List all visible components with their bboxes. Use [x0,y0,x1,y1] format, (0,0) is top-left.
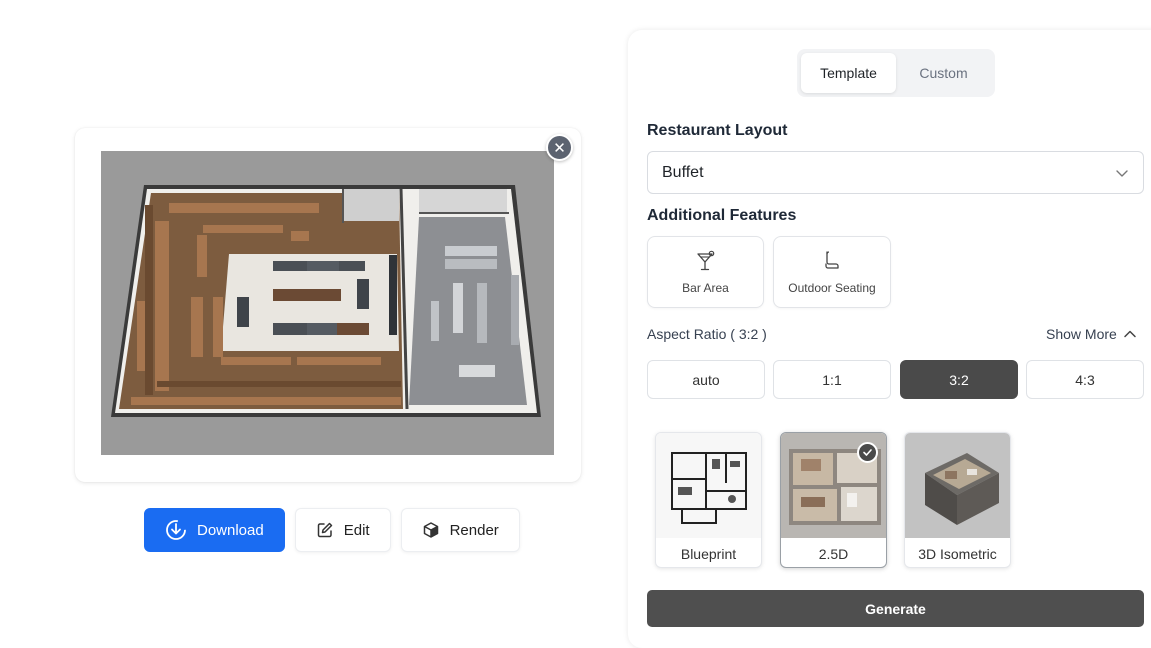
mode-tabs: Template Custom [797,49,995,97]
2-5d-thumbnail [781,433,886,538]
download-icon [166,520,186,540]
edit-label: Edit [343,521,370,539]
aspect-ratio-label: Aspect Ratio ( 3:2 ) [647,326,767,342]
show-more-toggle[interactable]: Show More [1046,326,1137,342]
generate-button[interactable]: Generate [647,590,1144,627]
render-button[interactable]: Render [400,508,520,552]
download-label: Download [197,521,264,539]
style-blueprint[interactable]: Blueprint [655,432,762,568]
feature-bar-area[interactable]: Bar Area [647,236,764,308]
close-preview-button[interactable]: ✕ [546,134,573,161]
ratio-1-1[interactable]: 1:1 [773,360,891,399]
chair-icon [825,250,839,269]
style-blueprint-label: Blueprint [680,545,737,562]
style-3d-isometric[interactable]: 3D Isometric [904,432,1011,568]
ratio-4-3[interactable]: 4:3 [1026,360,1144,399]
tab-template[interactable]: Template [801,53,896,93]
feature-bar-area-label: Bar Area [682,280,729,295]
additional-features-title: Additional Features [647,207,797,224]
action-buttons: Download Edit Render [144,508,520,552]
close-icon: ✕ [553,139,566,157]
chevron-up-icon [1124,330,1136,338]
floor-plan-render [101,151,554,455]
show-more-label: Show More [1046,326,1117,342]
feature-outdoor-seating-label: Outdoor Seating [788,280,876,295]
edit-button[interactable]: Edit [294,508,391,552]
restaurant-layout-value: Buffet [662,163,704,181]
style-3d-isometric-label: 3D Isometric [918,545,997,562]
tab-custom[interactable]: Custom [896,53,991,93]
chevron-down-icon [1116,169,1128,177]
restaurant-layout-select[interactable]: Buffet [647,151,1144,194]
ratio-auto[interactable]: auto [647,360,765,399]
render-label: Render [449,521,499,539]
ratio-3-2[interactable]: 3:2 [900,360,1018,399]
style-2-5d-label: 2.5D [818,545,849,562]
feature-outdoor-seating[interactable]: Outdoor Seating [773,236,891,308]
floor-plan-image [101,151,554,455]
cube-icon [423,522,438,538]
style-2-5d[interactable]: 2.5D [780,432,887,568]
cocktail-icon [696,250,714,270]
restaurant-layout-title: Restaurant Layout [647,122,788,139]
download-button[interactable]: Download [144,508,285,552]
blueprint-thumbnail [656,433,761,538]
selected-check-icon [857,442,878,463]
edit-icon [317,522,332,538]
preview-card [75,128,581,482]
3d-isometric-thumbnail [905,433,1010,538]
